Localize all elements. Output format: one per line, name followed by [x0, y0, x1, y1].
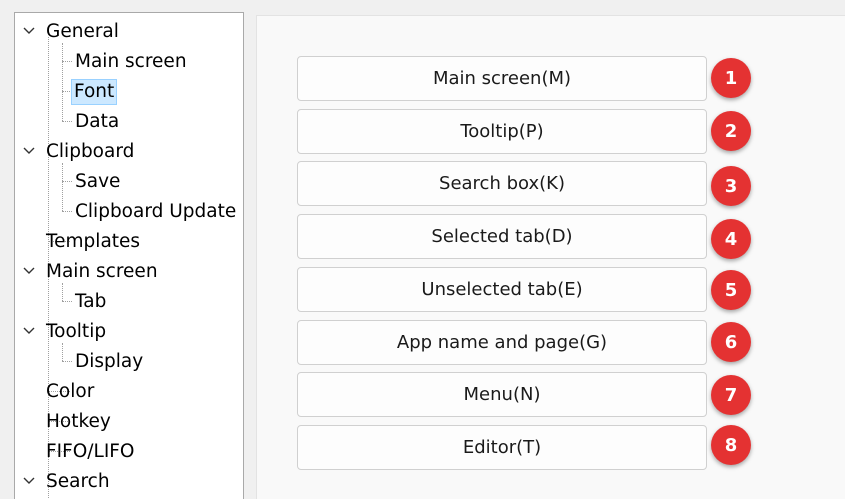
menu-font-button[interactable]: Menu(N) [297, 372, 707, 417]
app-name-page-font-button[interactable]: App name and page(G) [297, 320, 707, 365]
tree-item-fifo-lifo[interactable]: FIFO/LIFO [15, 437, 243, 467]
tree-item-tooltip[interactable]: Tooltip [15, 317, 243, 347]
callout-badge: 1 [711, 58, 751, 98]
tree-item-label: FIFO/LIFO [46, 441, 135, 462]
tree-item-label: Display [75, 351, 144, 372]
tree-item-templates[interactable]: Templates [15, 227, 243, 257]
tree-item-main-screen-group[interactable]: Main screen [15, 257, 243, 287]
tree-item-label: Tooltip [46, 321, 107, 342]
tooltip-font-button[interactable]: Tooltip(P) [297, 109, 707, 154]
tree-item-label: Main screen [75, 51, 187, 72]
tree-item-label: General [46, 21, 119, 42]
tree-item-label: Data [75, 111, 120, 132]
chevron-down-icon[interactable] [22, 144, 36, 158]
chevron-down-icon[interactable] [22, 24, 36, 38]
font-settings-panel: Main screen(M) 1 Tooltip(P) 2 Search box… [256, 15, 845, 499]
settings-tree[interactable]: General Main screen Font Data Clipboard … [14, 12, 244, 499]
callout-badge: 2 [711, 111, 751, 151]
callout-badge: 7 [711, 375, 751, 415]
tree-item-data[interactable]: Data [15, 107, 243, 137]
callout-badge: 4 [711, 219, 751, 259]
tree-item-display[interactable]: Display [15, 347, 243, 377]
unselected-tab-font-button[interactable]: Unselected tab(E) [297, 267, 707, 312]
tree-item-main-screen[interactable]: Main screen [15, 47, 243, 77]
tree-item-tab[interactable]: Tab [15, 287, 243, 317]
tree-item-save[interactable]: Save [15, 167, 243, 197]
editor-font-button[interactable]: Editor(T) [297, 425, 707, 470]
tree-item-label: Clipboard [46, 141, 135, 162]
chevron-down-icon[interactable] [22, 474, 36, 488]
tree-item-label: Font [71, 79, 118, 105]
chevron-down-icon[interactable] [22, 264, 36, 278]
tree-item-label: Tab [75, 291, 107, 312]
settings-window: General Main screen Font Data Clipboard … [0, 0, 845, 499]
tree-item-label: Clipboard Update [75, 201, 237, 222]
tree-item-clipboard-update[interactable]: Clipboard Update [15, 197, 243, 227]
tree-item-search[interactable]: Search [15, 467, 243, 497]
callout-badge: 5 [711, 270, 751, 310]
chevron-down-icon[interactable] [22, 324, 36, 338]
tree-item-label: Main screen [46, 261, 158, 282]
tree-item-label: Templates [46, 231, 141, 252]
main-screen-font-button[interactable]: Main screen(M) [297, 56, 707, 101]
tree-item-color[interactable]: Color [15, 377, 243, 407]
search-box-font-button[interactable]: Search box(K) [297, 161, 707, 206]
tree-item-font[interactable]: Font [15, 77, 243, 107]
callout-badge: 3 [711, 166, 751, 206]
tree-item-label: Color [46, 381, 95, 402]
tree-item-label: Hotkey [46, 411, 111, 432]
tree-item-label: Search [46, 471, 110, 492]
tree-item-general[interactable]: General [15, 17, 243, 47]
selected-tab-font-button[interactable]: Selected tab(D) [297, 214, 707, 259]
callout-badge: 8 [711, 425, 751, 465]
tree-item-clipboard[interactable]: Clipboard [15, 137, 243, 167]
callout-badge: 6 [711, 322, 751, 362]
tree-item-label: Save [75, 171, 121, 192]
tree-item-hotkey[interactable]: Hotkey [15, 407, 243, 437]
